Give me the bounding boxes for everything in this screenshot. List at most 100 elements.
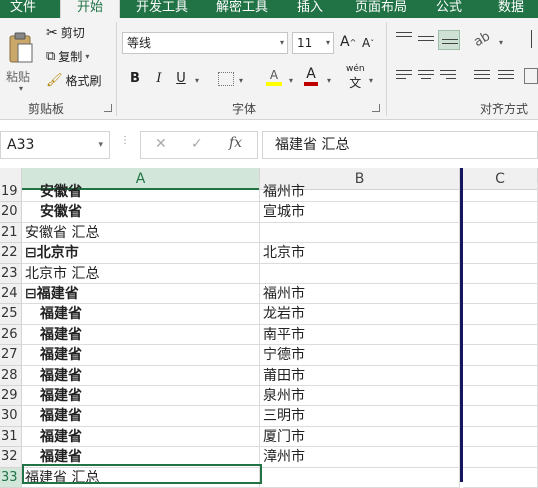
cell-column-c[interactable] xyxy=(463,304,538,325)
cell-column-b[interactable]: 龙岩市 xyxy=(260,304,460,325)
cell-column-b[interactable]: 宁德市 xyxy=(260,345,460,366)
bottom-align-button[interactable] xyxy=(438,30,460,50)
cell-column-a[interactable]: ⊟福建省 xyxy=(22,284,260,305)
cell-column-b[interactable]: 漳州市 xyxy=(260,447,460,468)
row-header[interactable]: 33 xyxy=(0,467,22,488)
cell-column-b[interactable] xyxy=(260,222,460,244)
chevron-down-icon[interactable]: ▾ xyxy=(327,76,331,85)
cell-column-c[interactable] xyxy=(463,284,538,305)
cell-column-c[interactable] xyxy=(463,202,538,223)
row-header[interactable]: 24 xyxy=(0,284,22,305)
cell-column-a[interactable]: 北京市 汇总 xyxy=(22,263,260,284)
row-header[interactable]: 21 xyxy=(0,222,22,244)
cell-column-a[interactable]: 福建省 xyxy=(22,304,260,325)
tab-data[interactable]: 数据 xyxy=(484,0,538,18)
merge-cells-icon[interactable] xyxy=(524,68,538,84)
cell-column-b[interactable]: 福州市 xyxy=(260,182,460,203)
cell-column-c[interactable] xyxy=(463,426,538,448)
chevron-down-icon[interactable]: ▾ xyxy=(195,76,199,85)
align-right-icon[interactable] xyxy=(440,70,456,84)
cell-column-c[interactable] xyxy=(463,406,538,427)
shrink-font-button[interactable]: Aˇ xyxy=(362,36,374,50)
tab-decrypt-tools[interactable]: 解密工具 xyxy=(204,0,280,18)
font-color-button[interactable]: A xyxy=(304,66,318,86)
cell-column-c[interactable] xyxy=(463,222,538,244)
cut-button[interactable]: ✂ 剪切 xyxy=(46,24,85,41)
paste-button[interactable]: 粘贴 ▾ xyxy=(2,22,38,93)
enter-icon[interactable]: ✓ xyxy=(191,136,203,152)
cell-column-a[interactable]: 安徽省 xyxy=(22,182,260,203)
tab-page-layout[interactable]: 页面布局 xyxy=(342,0,420,18)
row-header[interactable]: 30 xyxy=(0,406,22,427)
align-left-icon[interactable] xyxy=(396,70,412,84)
cell-column-b[interactable]: 泉州市 xyxy=(260,386,460,407)
align-center-icon[interactable] xyxy=(418,70,434,84)
middle-align-icon[interactable] xyxy=(418,36,434,50)
cell-column-c[interactable] xyxy=(463,345,538,366)
row-header[interactable]: 20 xyxy=(0,202,22,223)
tab-developer[interactable]: 开发工具 xyxy=(124,0,200,18)
cell-column-a[interactable]: ⊟北京市 xyxy=(22,243,260,264)
bold-button[interactable]: B xyxy=(126,68,144,90)
phonetic-guide-button[interactable]: wén 文 xyxy=(346,64,365,91)
insert-function-icon[interactable]: fx xyxy=(229,135,242,151)
top-align-icon[interactable] xyxy=(396,32,412,46)
cell-column-b[interactable]: 厦门市 xyxy=(260,426,460,448)
font-size-select[interactable]: 11 ▾ xyxy=(292,32,334,54)
tab-formulas[interactable]: 公式 xyxy=(426,0,472,18)
formula-input[interactable]: 福建省 汇总 xyxy=(262,131,538,159)
row-header[interactable]: 31 xyxy=(0,426,22,448)
cell-column-a[interactable]: 福建省 xyxy=(22,345,260,366)
row-header[interactable]: 27 xyxy=(0,345,22,366)
tab-home[interactable]: 开始 xyxy=(60,0,120,20)
cell-column-c[interactable] xyxy=(463,182,538,203)
cancel-icon[interactable]: ✕ xyxy=(155,136,167,152)
grow-font-button[interactable]: A ^ xyxy=(340,34,356,50)
border-icon[interactable] xyxy=(218,72,234,86)
drag-handle-icon[interactable]: ⋮ xyxy=(120,136,130,151)
cell-column-b[interactable]: 北京市 xyxy=(260,243,460,264)
cell-column-a[interactable]: 安徽省 xyxy=(22,202,260,223)
font-name-select[interactable]: 等线 ▾ xyxy=(122,32,288,54)
copy-button[interactable]: ⧉ 复制 ▾ xyxy=(46,48,89,65)
fill-color-button[interactable]: A xyxy=(266,68,282,86)
cell-column-c[interactable] xyxy=(463,386,538,407)
row-header[interactable]: 32 xyxy=(0,447,22,468)
cell-column-a[interactable]: 福建省 xyxy=(22,406,260,427)
underline-button[interactable]: U xyxy=(172,68,190,90)
cell-column-c[interactable] xyxy=(463,263,538,284)
row-header[interactable]: 29 xyxy=(0,386,22,407)
italic-button[interactable]: I xyxy=(150,68,168,90)
clipboard-launcher-icon[interactable] xyxy=(104,104,112,112)
cell-column-a[interactable]: 福建省 xyxy=(22,324,260,346)
orientation-icon[interactable]: ab xyxy=(471,29,493,50)
cell-column-c[interactable] xyxy=(463,243,538,264)
cell-column-b[interactable]: 莆田市 xyxy=(260,365,460,386)
row-header[interactable]: 25 xyxy=(0,304,22,325)
cell-column-a[interactable]: 福建省 xyxy=(22,386,260,407)
chevron-down-icon[interactable]: ▾ xyxy=(369,76,373,85)
cell-column-b[interactable]: 福州市 xyxy=(260,284,460,305)
chevron-down-icon[interactable]: ▾ xyxy=(499,38,503,47)
cell-column-b[interactable]: 南平市 xyxy=(260,324,460,346)
wrap-text-icon[interactable] xyxy=(512,30,532,48)
chevron-down-icon[interactable]: ▾ xyxy=(239,76,243,85)
font-launcher-icon[interactable] xyxy=(372,104,380,112)
cell-column-a[interactable]: 福建省 xyxy=(22,365,260,386)
row-header[interactable]: 19 xyxy=(0,182,22,203)
cell-column-b[interactable] xyxy=(260,467,460,488)
row-header[interactable]: 28 xyxy=(0,365,22,386)
name-box[interactable]: A33 ▾ xyxy=(0,131,110,159)
cell-column-b[interactable] xyxy=(260,263,460,284)
cell-column-c[interactable] xyxy=(463,447,538,468)
row-header[interactable]: 23 xyxy=(0,263,22,284)
increase-indent-icon[interactable] xyxy=(498,70,514,84)
cell-column-b[interactable]: 宣城市 xyxy=(260,202,460,223)
cell-column-c[interactable] xyxy=(463,324,538,346)
tab-insert[interactable]: 插入 xyxy=(286,0,334,18)
format-painter-button[interactable]: 🖌 格式刷 xyxy=(46,72,102,89)
decrease-indent-icon[interactable] xyxy=(474,70,490,84)
cell-column-c[interactable] xyxy=(463,467,538,488)
cell-column-b[interactable]: 三明市 xyxy=(260,406,460,427)
cell-column-a[interactable]: 安徽省 汇总 xyxy=(22,222,260,244)
